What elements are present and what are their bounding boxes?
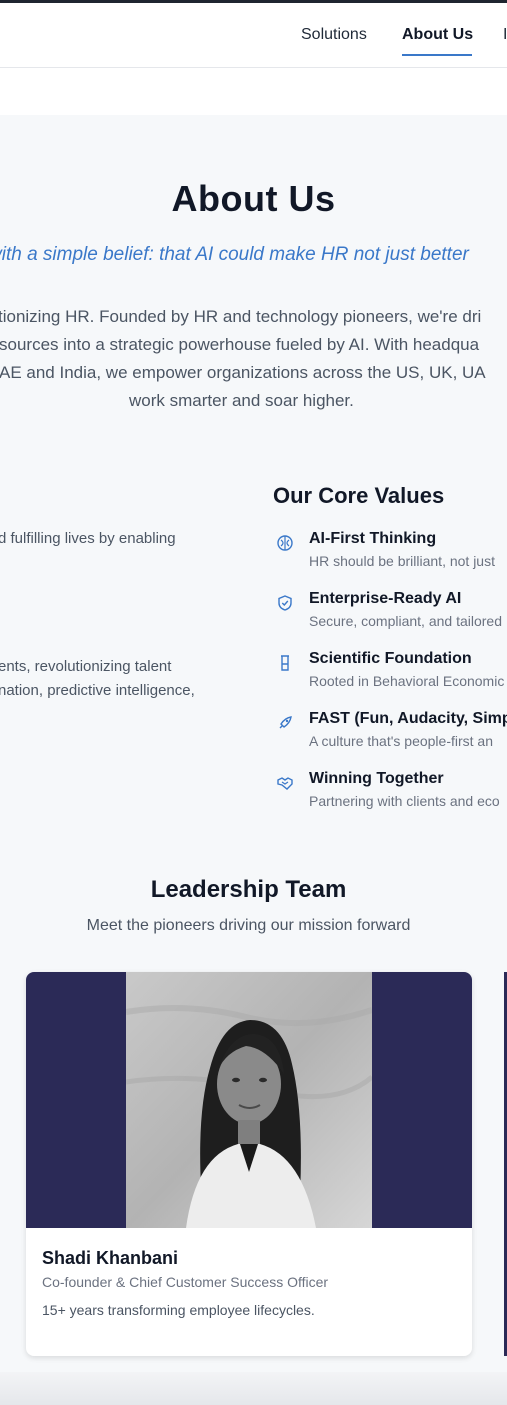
core-values-title: Our Core Values [273, 483, 445, 508]
value-title: Enterprise-Ready AI [309, 590, 462, 607]
brain-icon [277, 535, 293, 551]
site-header: Solutions About Us I [0, 3, 507, 68]
team-member-name: Shadi Khanbani [42, 1248, 179, 1268]
intro-line: tionizing HR. Founded by HR and technolo… [0, 307, 482, 326]
mission-text-line: ents, revolutionizing talent [0, 658, 172, 675]
leadership-title: Leadership Team [150, 876, 347, 903]
mission-text-line: d fulfilling lives by enabling [0, 530, 176, 547]
flask-icon [281, 655, 289, 671]
intro-line: sources into a strategic powerhouse fuel… [0, 335, 480, 354]
team-member-card[interactable]: Shadi Khanbani Co-founder & Chief Custom… [26, 972, 472, 1356]
value-title: FAST (Fun, Audacity, Simp [309, 710, 507, 727]
value-description: Partnering with clients and eco [309, 793, 500, 809]
handshake-icon [277, 777, 293, 790]
intro-line: work smarter and soar higher. [129, 391, 354, 410]
intro-line: AE and India, we empower organizations a… [0, 363, 486, 382]
value-description: Rooted in Behavioral Economic [309, 673, 505, 689]
team-member-bio: 15+ years transforming employee lifecycl… [42, 1302, 315, 1318]
team-member-photo [126, 972, 372, 1228]
value-title: AI-First Thinking [309, 530, 437, 547]
team-member-role: Co-founder & Chief Customer Success Offi… [42, 1274, 329, 1290]
nav-solutions[interactable]: Solutions [301, 26, 367, 44]
mission-text-line: nation, predictive intelligence, [0, 682, 195, 699]
value-title: Winning Together [309, 770, 444, 787]
nav-about-us[interactable]: About Us [402, 26, 473, 44]
header-spacer [0, 68, 507, 115]
rocket-icon [279, 716, 292, 729]
value-title: Scientific Foundation [309, 650, 472, 667]
page-title: About Us [171, 178, 336, 219]
hero-tagline: with a simple belief: that AI could make… [0, 244, 469, 265]
page-bottom-edge [0, 1372, 507, 1405]
nav-active-indicator [402, 54, 472, 56]
leadership-subtitle: Meet the pioneers driving our mission fo… [86, 917, 411, 934]
shield-check-icon [278, 595, 292, 611]
value-description: A culture that's people-first an [309, 733, 493, 749]
nav-next-item[interactable]: I [503, 26, 507, 44]
value-description: HR should be brilliant, not just [309, 553, 495, 569]
value-description: Secure, compliant, and tailored [309, 613, 502, 629]
